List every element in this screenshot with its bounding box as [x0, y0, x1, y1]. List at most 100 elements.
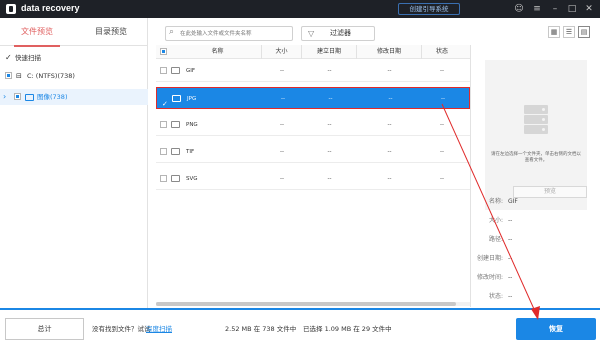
- folder-icon: [172, 95, 181, 102]
- tab-directory-preview[interactable]: 目录预览: [74, 18, 148, 46]
- horizontal-scrollbar[interactable]: [156, 302, 470, 306]
- cell-created: --: [327, 176, 332, 182]
- drive-row[interactable]: ⊟ C: (NTFS)(738): [0, 68, 148, 84]
- col-status[interactable]: 状态: [422, 45, 462, 59]
- cell-size: --: [280, 176, 284, 182]
- image-folder-icon: [25, 94, 34, 101]
- row-checkbox[interactable]: [160, 148, 167, 155]
- app-logo-icon: [6, 4, 16, 14]
- scrollbar-thumb[interactable]: [156, 302, 456, 306]
- cell-name: PNG: [186, 122, 198, 128]
- table-row[interactable]: PNG -- -- -- --: [156, 114, 470, 136]
- left-panel: 文件预览 目录预览 ✓ 快速扫描 ⊟ C: (NTFS)(738) › 图像(7…: [0, 18, 148, 308]
- col-created[interactable]: 建立日期: [302, 45, 357, 59]
- check-circle-icon: ✓: [5, 53, 12, 62]
- menu-icon[interactable]: ≡: [530, 2, 544, 16]
- row-checkbox[interactable]: [160, 121, 167, 128]
- info-row: 名称: GIF: [481, 197, 591, 207]
- filter-label: 过滤器: [330, 29, 351, 37]
- cell-status: --: [440, 176, 444, 182]
- cell-created: --: [327, 68, 332, 74]
- cell-status: --: [440, 122, 444, 128]
- info-row: 路径: --: [481, 235, 591, 245]
- table-row[interactable]: SVG -- -- -- --: [156, 168, 470, 190]
- title-bar: data recovery 创建引导系统 ☺ ≡ – □ ✕: [0, 0, 600, 18]
- grid-view-icon[interactable]: ▦: [548, 26, 560, 38]
- info-value: --: [508, 274, 513, 281]
- info-row: 修改时间: --: [477, 273, 591, 283]
- folder-icon: [171, 175, 180, 182]
- cell-created: --: [327, 122, 332, 128]
- search-input[interactable]: [180, 28, 290, 39]
- info-value: --: [508, 217, 513, 224]
- cell-modified: --: [387, 68, 392, 74]
- close-icon[interactable]: ✕: [582, 2, 596, 16]
- search-box[interactable]: ⌕: [165, 26, 293, 41]
- cell-status: --: [441, 96, 445, 102]
- drive-label: C: (NTFS)(738): [27, 72, 75, 80]
- cell-size: --: [280, 68, 284, 74]
- folder-icon: [171, 121, 180, 128]
- cell-modified: --: [387, 176, 392, 182]
- select-all-checkbox[interactable]: [160, 48, 167, 55]
- recover-button[interactable]: 恢复: [516, 318, 596, 340]
- drive-checkbox[interactable]: [5, 72, 12, 79]
- info-key: 名称:: [488, 198, 503, 205]
- expand-chevron-icon[interactable]: ›: [3, 89, 6, 105]
- tab-file-preview[interactable]: 文件预览: [0, 18, 74, 47]
- cell-status: --: [440, 149, 444, 155]
- maximize-icon[interactable]: □: [565, 2, 579, 16]
- col-name[interactable]: 名称: [174, 45, 262, 59]
- info-row: 创建日期: --: [477, 254, 591, 264]
- cell-size: --: [281, 96, 285, 102]
- cell-modified: --: [387, 122, 392, 128]
- search-icon: ⌕: [169, 27, 175, 37]
- app-title: data recovery: [21, 3, 80, 13]
- info-value: --: [508, 293, 513, 300]
- minimize-icon[interactable]: –: [548, 2, 562, 16]
- deep-scan-link[interactable]: 深度扫描: [146, 323, 172, 333]
- info-key: 状态:: [488, 293, 503, 300]
- quick-scan-label: 快速扫描: [15, 54, 41, 62]
- cell-created: --: [328, 96, 333, 102]
- cell-modified: --: [388, 96, 393, 102]
- cell-name: GIF: [186, 68, 196, 74]
- col-size[interactable]: 大小: [262, 45, 302, 59]
- detail-view-icon[interactable]: ▤: [578, 26, 590, 38]
- info-key: 大小:: [488, 217, 503, 224]
- table-row[interactable]: GIF -- -- -- --: [156, 60, 470, 82]
- info-value: GIF: [508, 198, 518, 205]
- cell-created: --: [327, 149, 332, 155]
- info-key: 创建日期:: [476, 255, 503, 262]
- cell-size: --: [280, 149, 284, 155]
- server-icon: [524, 105, 548, 135]
- table-row[interactable]: TIF -- -- -- --: [156, 141, 470, 163]
- cell-name: SVG: [186, 176, 198, 182]
- table-header: 名称 大小 建立日期 修改日期 状态: [156, 45, 470, 59]
- cell-size: --: [280, 122, 284, 128]
- drive-icon: ⊟: [16, 72, 22, 80]
- filter-button[interactable]: ▽ 过滤器: [301, 26, 375, 41]
- view-tabs: 文件预览 目录预览: [0, 18, 148, 47]
- cell-modified: --: [387, 149, 392, 155]
- info-row: 大小: --: [481, 216, 591, 226]
- list-view-icon[interactable]: ☰: [563, 26, 575, 38]
- info-value: --: [508, 255, 513, 262]
- folder-icon: [171, 148, 180, 155]
- images-checkbox[interactable]: [14, 93, 21, 100]
- create-bootable-button[interactable]: 创建引导系统: [398, 3, 460, 15]
- summary-button[interactable]: 总计: [5, 318, 84, 340]
- preview-area: 请在左边选择一个文件夹，单击右侧的文档以查看文件。 预览: [485, 60, 587, 210]
- table-row[interactable]: JPG -- -- -- --: [156, 87, 470, 115]
- images-label: 图像(738): [37, 93, 68, 101]
- row-checkbox[interactable]: [160, 175, 167, 182]
- row-checkbox[interactable]: [161, 93, 168, 115]
- images-folder-row[interactable]: › 图像(738): [0, 89, 148, 105]
- col-modified[interactable]: 修改日期: [357, 45, 422, 59]
- row-checkbox[interactable]: [160, 67, 167, 74]
- info-key: 路径:: [488, 236, 503, 243]
- info-row: 状态: --: [481, 292, 591, 302]
- person-icon[interactable]: ☺: [512, 2, 526, 16]
- quick-scan-row[interactable]: ✓ 快速扫描: [0, 50, 148, 66]
- preview-hint: 请在左边选择一个文件夹，单击右侧的文档以查看文件。: [491, 152, 581, 163]
